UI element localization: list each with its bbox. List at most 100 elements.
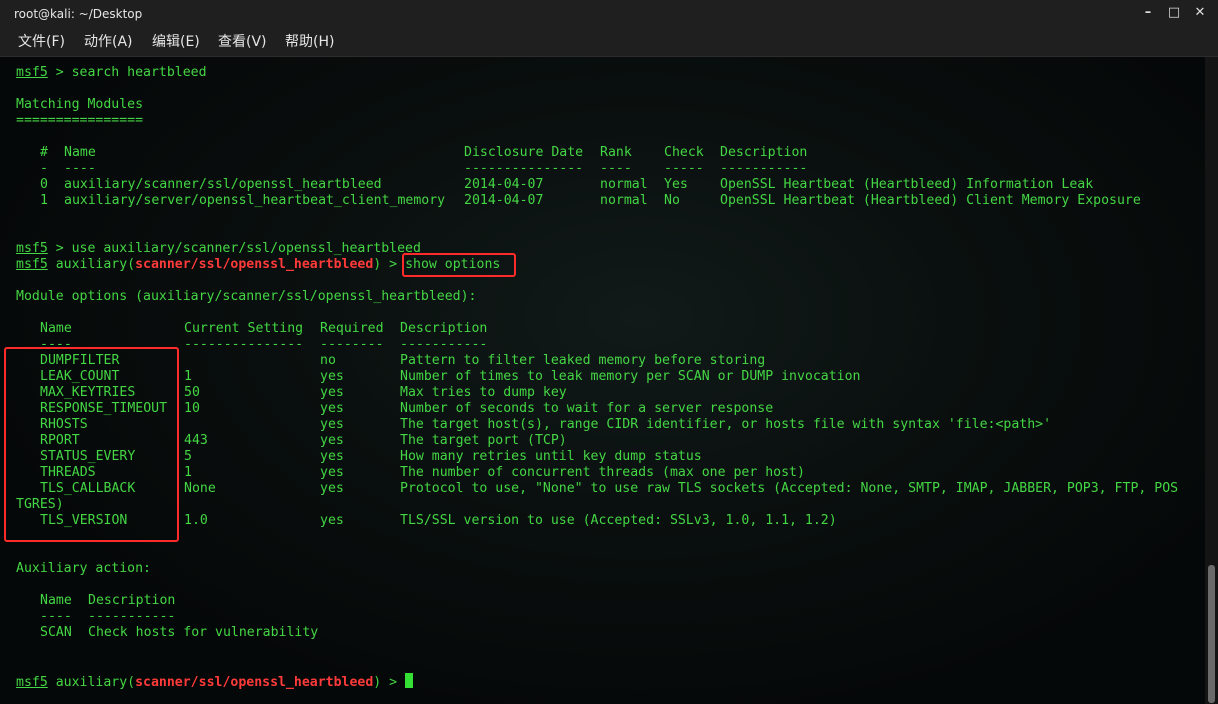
table-cell: 5: [184, 449, 192, 464]
use-command: > use auxiliary/scanner/ssl/openssl_hear…: [47, 241, 421, 256]
table-cell: yes: [320, 449, 344, 464]
table-cell: yes: [320, 433, 344, 448]
msf-prompt: msf5: [16, 675, 48, 690]
col-header-check: Check: [664, 145, 704, 160]
close-icon[interactable]: ✕: [1192, 3, 1208, 23]
table-cell: yes: [320, 513, 344, 528]
menu-file[interactable]: 文件(F): [18, 28, 65, 56]
terminal-window: root@kali: ~/Desktop – □ ✕ 文件(F) 动作(A) 编…: [0, 0, 1218, 704]
col-header-description: Description: [720, 145, 808, 160]
table-cell: The target host(s), range CIDR identifie…: [400, 417, 1052, 432]
col-header-number: #: [40, 145, 48, 160]
col-dash: -----------: [400, 337, 488, 352]
table-cell: None: [184, 481, 216, 496]
maximize-icon[interactable]: □: [1166, 3, 1182, 23]
menu-view[interactable]: 查看(V): [218, 28, 267, 56]
module-path: scanner/ssl/openssl_heartbleed: [135, 257, 374, 272]
col-dash: ----: [64, 161, 96, 176]
table-cell: 1.0: [184, 513, 208, 528]
module-options-title: Module options (auxiliary/scanner/ssl/op…: [16, 289, 477, 304]
matching-modules-title: Matching Modules: [16, 97, 144, 112]
table-cell: yes: [320, 401, 344, 416]
title-bar[interactable]: root@kali: ~/Desktop – □ ✕: [0, 0, 1218, 28]
table-cell: 2014-04-07: [464, 193, 544, 208]
table-cell: Yes: [664, 177, 688, 192]
table-cell: yes: [320, 481, 344, 496]
table-cell: OpenSSL Heartbeat (Heartbleed) Client Me…: [720, 193, 1141, 208]
menu-edit[interactable]: 编辑(E): [152, 28, 200, 56]
table-cell: The number of concurrent threads (max on…: [400, 465, 805, 480]
aux-suffix: ) >: [373, 257, 406, 272]
aux-prefix: auxiliary(: [47, 675, 136, 690]
col-header-name: Name: [40, 593, 72, 608]
table-cell: Check hosts for vulnerability: [88, 625, 319, 640]
table-cell: 443: [184, 433, 208, 448]
table-cell: OpenSSL Heartbeat (Heartbleed) Informati…: [720, 177, 1094, 192]
table-cell: No: [664, 193, 680, 208]
menu-action[interactable]: 动作(A): [84, 28, 133, 56]
table-cell: Number of seconds to wait for a server r…: [400, 401, 774, 416]
search-command: > search heartbleed: [47, 65, 207, 80]
minimize-icon[interactable]: –: [1140, 3, 1156, 23]
table-cell: 50: [184, 385, 200, 400]
current-prompt-line[interactable]: msf5 auxiliary(scanner/ssl/openssl_heart…: [16, 673, 414, 690]
col-header-current-setting: Current Setting: [184, 321, 304, 336]
aux-prefix: auxiliary(: [47, 257, 136, 272]
table-cell: 1: [184, 369, 192, 384]
show-options-highlight-box: [402, 253, 516, 277]
table-cell: auxiliary/server/openssl_heartbeat_clien…: [64, 193, 446, 208]
table-cell: Pattern to filter leaked memory before s…: [400, 353, 766, 368]
text-cursor: [405, 673, 414, 688]
col-dash: ----: [40, 609, 72, 624]
col-dash: -----------: [720, 161, 808, 176]
table-cell: auxiliary/scanner/ssl/openssl_heartbleed: [64, 177, 382, 192]
table-cell: yes: [320, 417, 344, 432]
table-cell: 10: [184, 401, 200, 416]
table-cell: The target port (TCP): [400, 433, 567, 448]
col-header-description: Description: [400, 321, 488, 336]
table-cell: 1: [184, 465, 192, 480]
window-title: root@kali: ~/Desktop: [14, 7, 143, 21]
module-path: scanner/ssl/openssl_heartbleed: [135, 675, 374, 690]
col-dash: ----: [600, 161, 632, 176]
table-cell: normal: [600, 177, 648, 192]
scrollbar[interactable]: [1205, 57, 1218, 704]
table-cell: 1: [40, 193, 48, 208]
menu-help[interactable]: 帮助(H): [285, 28, 334, 56]
msf-prompt: msf5: [16, 257, 48, 272]
matching-modules-underline: ================: [16, 113, 144, 128]
col-dash: -----------: [88, 609, 176, 624]
col-header-date: Disclosure Date: [464, 145, 584, 160]
window-controls: – □ ✕: [1140, 3, 1208, 23]
scrollbar-thumb[interactable]: [1208, 565, 1215, 703]
table-cell: Protocol to use, "None" to use raw TLS s…: [400, 481, 1179, 496]
msf-prompt: msf5: [16, 65, 48, 80]
table-cell: 2014-04-07: [464, 177, 544, 192]
option-names-highlight-box: [4, 347, 179, 542]
col-header-name: Name: [64, 145, 96, 160]
col-dash: ---------------: [184, 337, 304, 352]
menu-bar: 文件(F) 动作(A) 编辑(E) 查看(V) 帮助(H): [0, 28, 1218, 57]
auxiliary-action-title: Auxiliary action:: [16, 561, 151, 576]
col-header-name: Name: [40, 321, 72, 336]
table-cell: yes: [320, 369, 344, 384]
table-cell: no: [320, 353, 336, 368]
col-header-required: Required: [320, 321, 384, 336]
table-cell: Max tries to dump key: [400, 385, 567, 400]
table-cell: yes: [320, 465, 344, 480]
table-cell: TLS/SSL version to use (Accepted: SSLv3,…: [400, 513, 837, 528]
col-dash: -----: [664, 161, 704, 176]
col-dash: -: [40, 161, 48, 176]
table-cell: SCAN: [40, 625, 72, 640]
col-dash: ---------------: [464, 161, 584, 176]
table-cell: 0: [40, 177, 48, 192]
col-header-description: Description: [88, 593, 176, 608]
table-cell: normal: [600, 193, 648, 208]
use-command-line: msf5 > use auxiliary/scanner/ssl/openssl…: [16, 241, 421, 257]
table-cell: Number of times to leak memory per SCAN …: [400, 369, 861, 384]
col-header-rank: Rank: [600, 145, 632, 160]
aux-suffix: ) >: [373, 675, 406, 690]
col-dash: --------: [320, 337, 384, 352]
terminal-output[interactable]: msf5 > search heartbleed Matching Module…: [0, 57, 1205, 704]
table-cell: How many retries until key dump status: [400, 449, 702, 464]
